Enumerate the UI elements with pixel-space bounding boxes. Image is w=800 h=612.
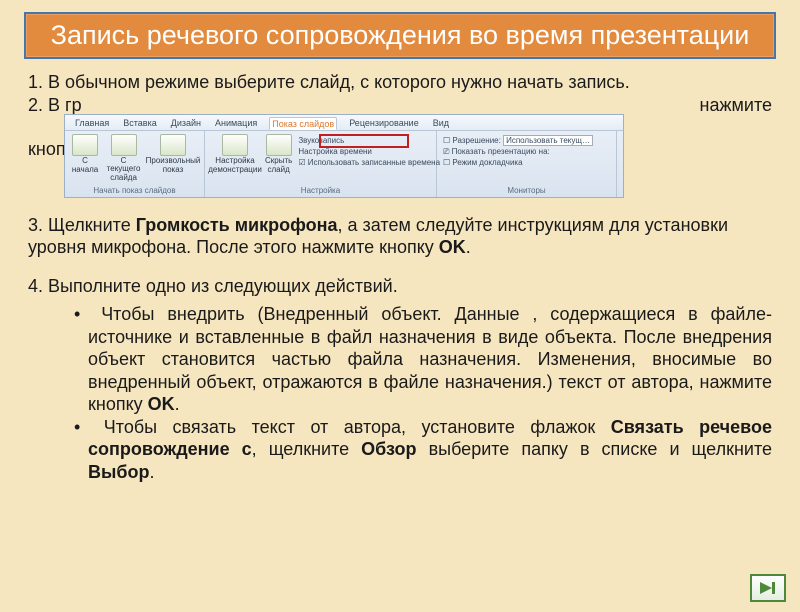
bold-browse: Обзор (361, 439, 416, 459)
record-sound-button[interactable]: Звукозапись (298, 136, 440, 146)
tab-home[interactable]: Главная (73, 117, 111, 130)
step-2-line1: 2. В гр нажмите (28, 94, 772, 116)
group-monitors: ☐ Разрешение: Использовать текущ… ⎚ Пока… (437, 131, 617, 197)
setup-show-button[interactable]: Настройкадемонстрации (211, 134, 259, 174)
powerpoint-ribbon: Главная Вставка Дизайн Анимация Показ сл… (64, 114, 624, 198)
bold-select: Выбор (88, 462, 149, 482)
group-label-start: Начать показ слайдов (71, 186, 198, 197)
bold-mic-volume: Громкость микрофона (136, 215, 338, 235)
group-start-slideshow: Сначала С текущегослайда Произвольныйпок… (65, 131, 205, 197)
step-4-item-1: Чтобы внедрить (Внедренный объект. Данны… (52, 303, 772, 416)
step-2-ribbon-row: кнопку Главная Вставка Дизайн Анимация П… (28, 116, 772, 198)
from-current-button[interactable]: С текущегослайда (105, 134, 142, 182)
rehearse-timings-button[interactable]: Настройка времени (298, 147, 440, 157)
group-label-monitors: Мониторы (443, 186, 610, 197)
content-area: 1. В обычном режиме выберите слайд, с ко… (0, 67, 800, 483)
ribbon-groups: Сначала С текущегослайда Произвольныйпок… (65, 131, 623, 197)
use-recorded-checkbox[interactable]: ☑ Использовать записанные времена (298, 158, 440, 168)
step-2-right-fragment: нажмите (700, 94, 772, 117)
step-4-item-2: Чтобы связать текст от автора, установит… (52, 416, 772, 484)
group-label-setup: Настройка (211, 186, 430, 197)
tab-animation[interactable]: Анимация (213, 117, 259, 130)
tab-view[interactable]: Вид (431, 117, 451, 130)
tab-slideshow[interactable]: Показ слайдов (269, 117, 337, 130)
next-arrow-icon (758, 580, 778, 596)
bold-ok-2: OK (148, 394, 175, 414)
tab-review[interactable]: Рецензирование (347, 117, 421, 130)
step-4-list: Чтобы внедрить (Внедренный объект. Данны… (28, 303, 772, 483)
from-beginning-button[interactable]: Сначала (71, 134, 99, 174)
step-3-text: 3. Щелкните Громкость микрофона, а затем… (28, 214, 772, 259)
tab-insert[interactable]: Вставка (121, 117, 158, 130)
show-on-row[interactable]: ⎚ Показать презентацию на: (443, 147, 610, 157)
group-setup: Настройкадемонстрации Скрытьслайд Звукоз… (205, 131, 437, 197)
step-1-text: 1. В обычном режиме выберите слайд, с ко… (28, 71, 772, 94)
bold-ok-1: OK (439, 237, 466, 257)
ribbon-tabs: Главная Вставка Дизайн Анимация Показ сл… (65, 115, 623, 131)
custom-show-button[interactable]: Произвольныйпоказ (148, 134, 198, 174)
tab-design[interactable]: Дизайн (169, 117, 203, 130)
page-title: Запись речевого сопровождения во время п… (24, 12, 776, 59)
presenter-mode-checkbox[interactable]: ☐ Режим докладчика (443, 158, 610, 168)
step-4-head: 4. Выполните одно из следующих действий. (28, 275, 772, 298)
resolution-row[interactable]: ☐ Разрешение: Использовать текущ… (443, 136, 610, 146)
next-slide-button[interactable] (750, 574, 786, 602)
hide-slide-button[interactable]: Скрытьслайд (265, 134, 292, 174)
